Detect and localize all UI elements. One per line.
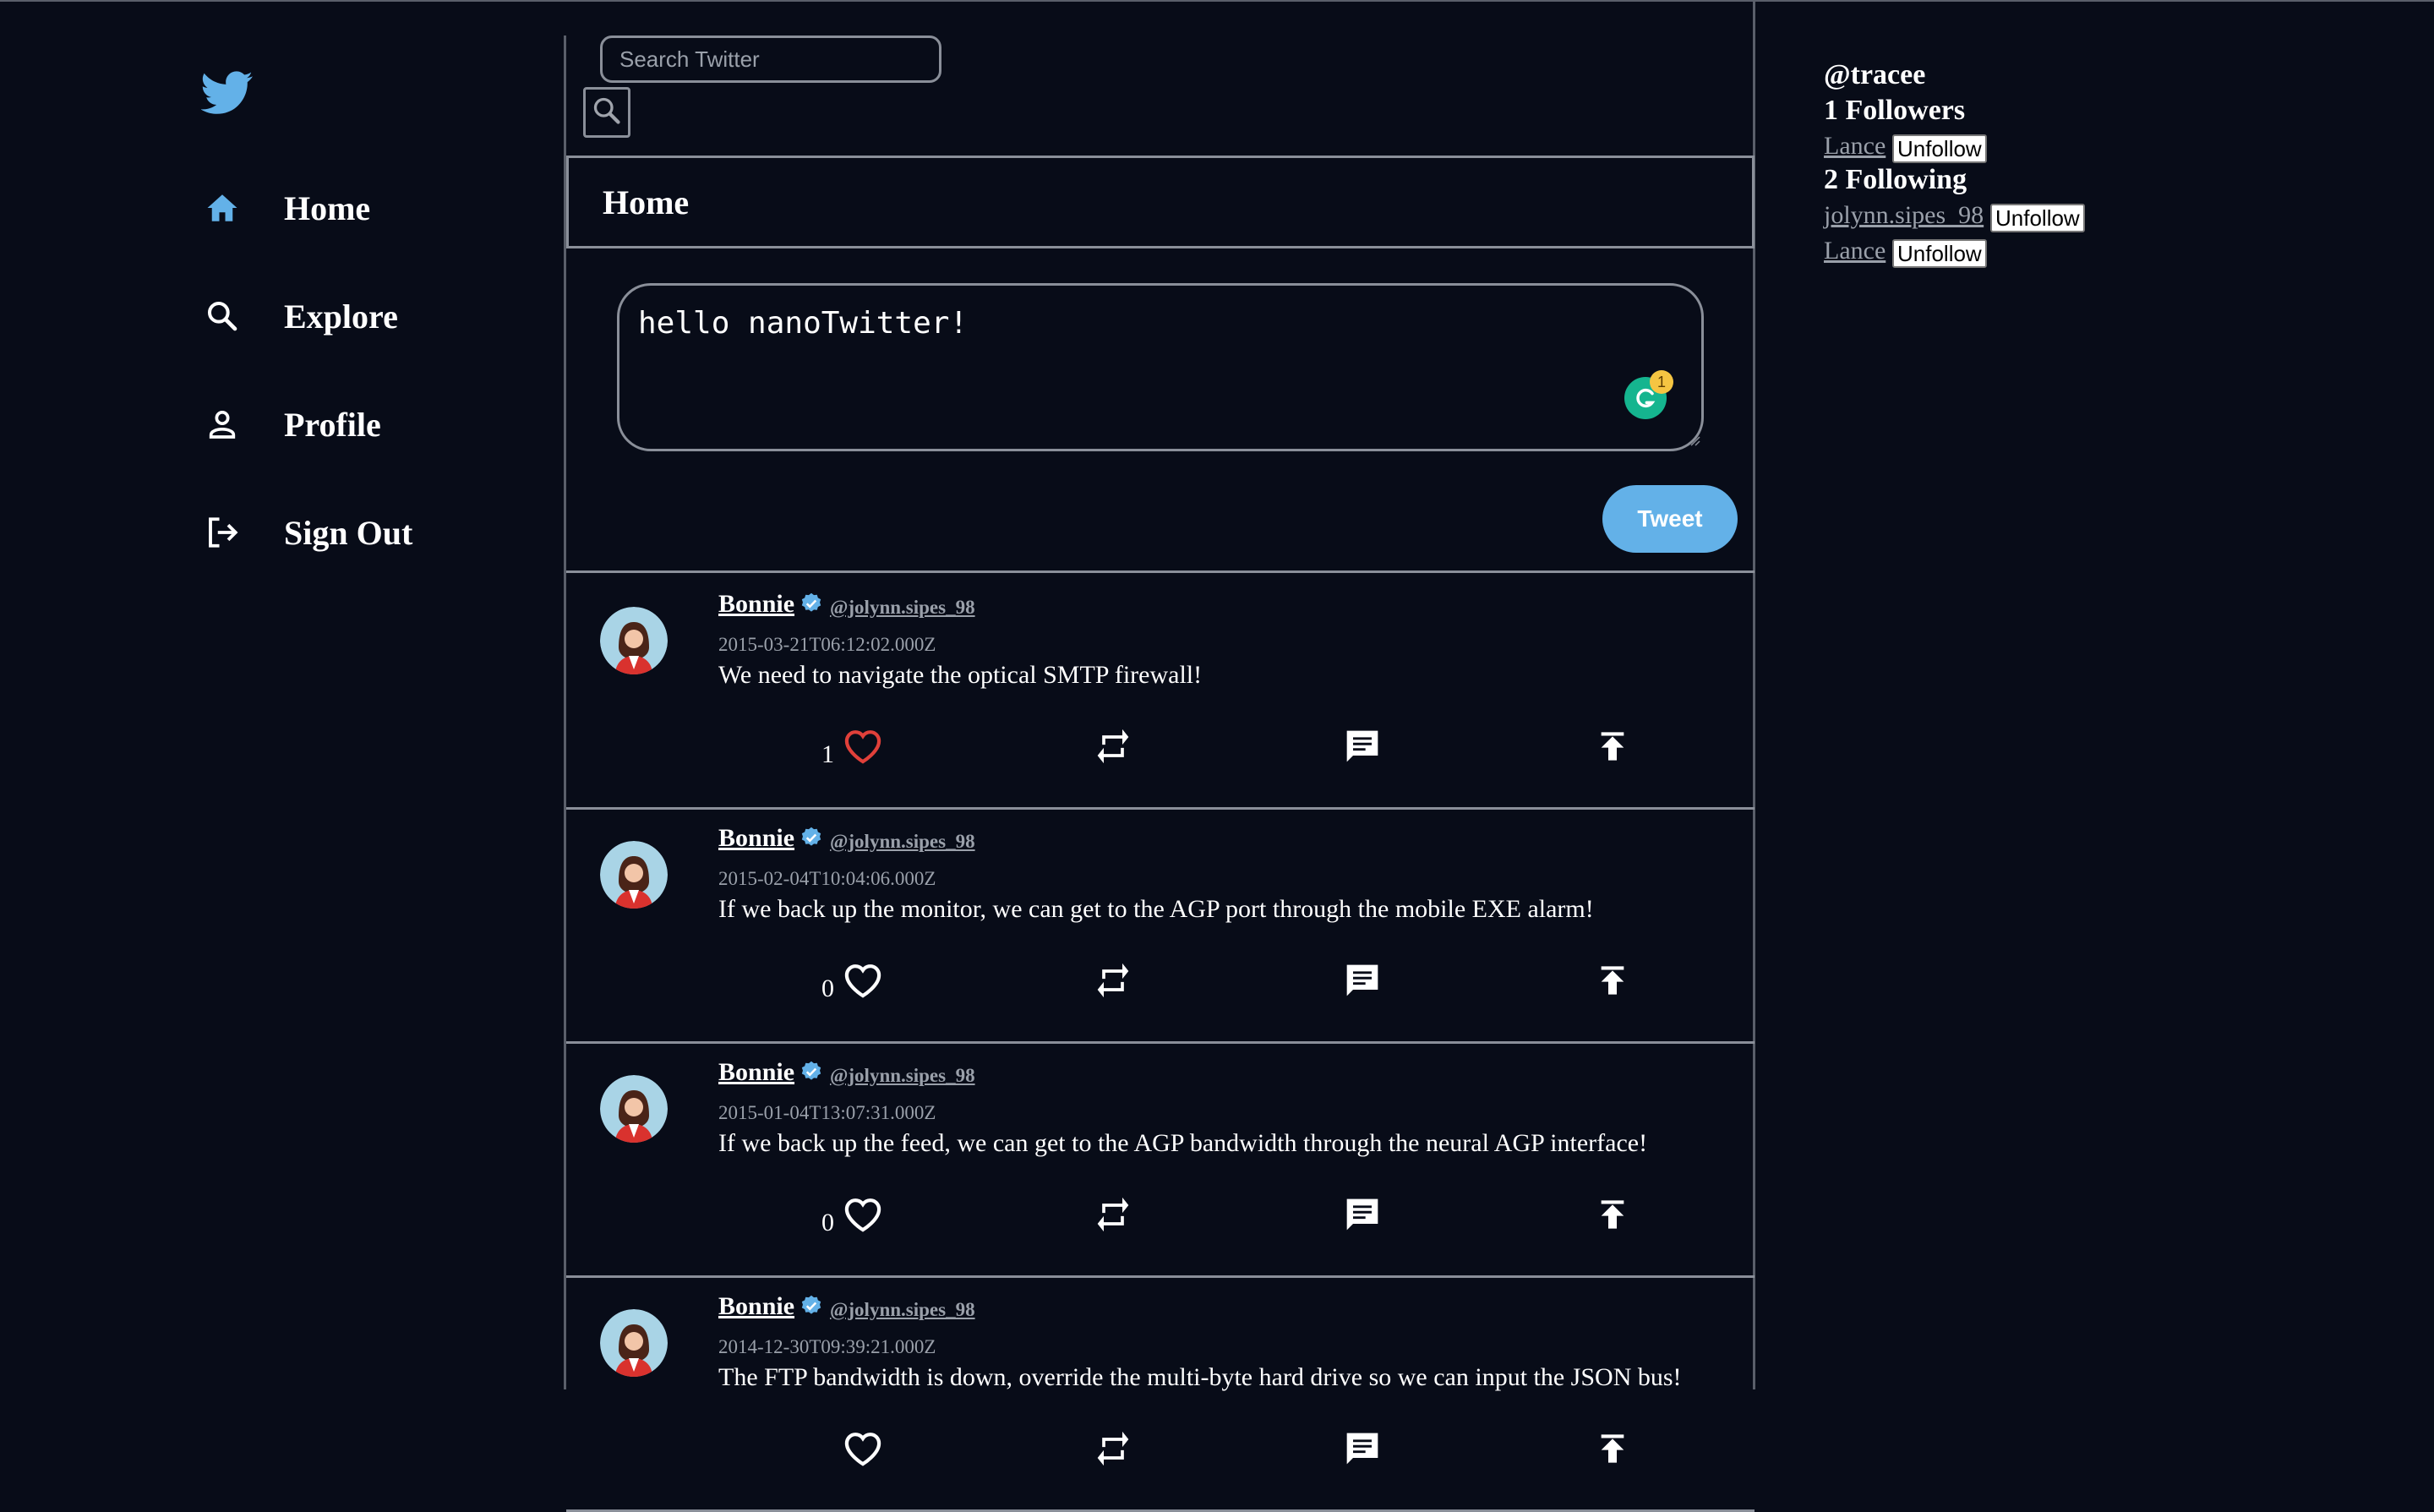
- following-link[interactable]: jolynn.sipes_98: [1824, 201, 1984, 230]
- nav-explore-label: Explore: [284, 297, 398, 336]
- tweet-author-handle[interactable]: @jolynn.sipes_98: [830, 597, 975, 619]
- share-upload-icon[interactable]: [1591, 1427, 1634, 1470]
- retweet-icon[interactable]: [1092, 1193, 1134, 1236]
- tweet-timestamp: 2015-02-04T10:04:06.000Z: [718, 868, 936, 889]
- avatar[interactable]: [600, 1075, 668, 1143]
- verified-badge-icon: [800, 826, 823, 849]
- compose-textarea[interactable]: hello nanoTwitter!: [617, 283, 1704, 451]
- nav-profile[interactable]: Profile: [203, 390, 381, 458]
- verified-badge-icon: [800, 1060, 823, 1084]
- avatar[interactable]: [600, 841, 668, 909]
- tweet-author-handle[interactable]: @jolynn.sipes_98: [830, 831, 975, 853]
- tweet-author-name[interactable]: Bonnie: [718, 824, 794, 853]
- page-title: Home: [566, 156, 1755, 248]
- nav-home[interactable]: Home: [203, 174, 370, 242]
- nav-explore[interactable]: Explore: [203, 282, 398, 350]
- home-icon: [203, 188, 242, 227]
- tweet-item: Bonnie @jolynn.sipes_98 2015-03-21T06:12:0…: [566, 573, 1755, 810]
- twitter-logo-icon[interactable]: [200, 71, 254, 115]
- share-upload-icon[interactable]: [1591, 959, 1634, 1002]
- comment-icon[interactable]: [1341, 959, 1383, 1002]
- tweet-timestamp: 2015-01-04T13:07:31.000Z: [718, 1102, 936, 1123]
- tweet-timestamp: 2015-03-21T06:12:02.000Z: [718, 634, 936, 655]
- nav-sign-out[interactable]: Sign Out: [203, 499, 412, 566]
- comment-icon[interactable]: [1341, 1427, 1383, 1470]
- tweet-item: Bonnie @jolynn.sipes_98 2015-02-04T10:04:0…: [566, 807, 1755, 1044]
- follower-link[interactable]: Lance: [1824, 132, 1886, 161]
- retweet-icon[interactable]: [1092, 725, 1134, 767]
- comment-icon[interactable]: [1341, 725, 1383, 767]
- nav-sign-out-label: Sign Out: [284, 513, 413, 552]
- avatar[interactable]: [600, 1309, 668, 1377]
- unfollow-button[interactable]: Unfollow: [1892, 239, 1987, 268]
- like-count: 1: [821, 740, 834, 768]
- following-link[interactable]: Lance: [1824, 237, 1886, 265]
- tweet-item: Bonnie @jolynn.sipes_98 2015-01-04T13:07:3…: [566, 1041, 1755, 1278]
- grammarly-badge: 1: [1650, 370, 1673, 394]
- magnifier-icon: [592, 96, 622, 130]
- search-button[interactable]: [583, 87, 630, 138]
- search-icon: [203, 297, 242, 336]
- tweet-text: If we back up the feed, we can get to th…: [718, 1129, 1648, 1157]
- retweet-icon[interactable]: [1092, 959, 1134, 1002]
- like-count: 0: [821, 974, 834, 1002]
- tweet-text: The FTP bandwidth is down, override the …: [718, 1363, 1682, 1391]
- like-count: 0: [821, 1209, 834, 1236]
- verified-badge-icon: [800, 1294, 823, 1318]
- unfollow-button[interactable]: Unfollow: [1990, 204, 2085, 232]
- like-heart-icon[interactable]: [842, 1193, 884, 1236]
- nav-home-label: Home: [284, 188, 371, 227]
- person-icon: [203, 405, 242, 444]
- tweet-author-name[interactable]: Bonnie: [718, 1058, 794, 1087]
- share-upload-icon[interactable]: [1591, 725, 1634, 767]
- tweet-timestamp: 2014-12-30T09:39:21.000Z: [718, 1336, 936, 1357]
- tweet-author-handle[interactable]: @jolynn.sipes_98: [830, 1299, 975, 1321]
- unfollow-button[interactable]: Unfollow: [1892, 134, 1987, 163]
- share-upload-icon[interactable]: [1591, 1193, 1634, 1236]
- retweet-icon[interactable]: [1092, 1427, 1134, 1470]
- tweet-item: Bonnie @jolynn.sipes_98 2014-12-30T09:39:2…: [566, 1275, 1755, 1512]
- tweet-text: We need to navigate the optical SMTP fir…: [718, 661, 1203, 689]
- followers-title: 1 Followers: [1824, 95, 1966, 126]
- tweet-author-name[interactable]: Bonnie: [718, 590, 794, 619]
- sign-out-icon: [203, 513, 242, 552]
- like-heart-icon[interactable]: [842, 959, 884, 1002]
- tweet-button[interactable]: Tweet: [1602, 485, 1738, 553]
- search-input[interactable]: [600, 35, 941, 83]
- tweet-author-handle[interactable]: @jolynn.sipes_98: [830, 1065, 975, 1087]
- tweet-text: If we back up the monitor, we can get to…: [718, 895, 1594, 923]
- following-title: 2 Following: [1824, 164, 1967, 195]
- nav-profile-label: Profile: [284, 405, 381, 444]
- avatar[interactable]: [600, 607, 668, 674]
- profile-username: @tracee: [1824, 59, 1926, 90]
- resize-handle-icon[interactable]: [1689, 434, 1700, 446]
- tweet-author-name[interactable]: Bonnie: [718, 1292, 794, 1321]
- top-border: [0, 0, 2434, 2]
- like-heart-icon[interactable]: [842, 725, 884, 767]
- comment-icon[interactable]: [1341, 1193, 1383, 1236]
- verified-badge-icon: [800, 592, 823, 615]
- like-heart-icon[interactable]: [842, 1427, 884, 1470]
